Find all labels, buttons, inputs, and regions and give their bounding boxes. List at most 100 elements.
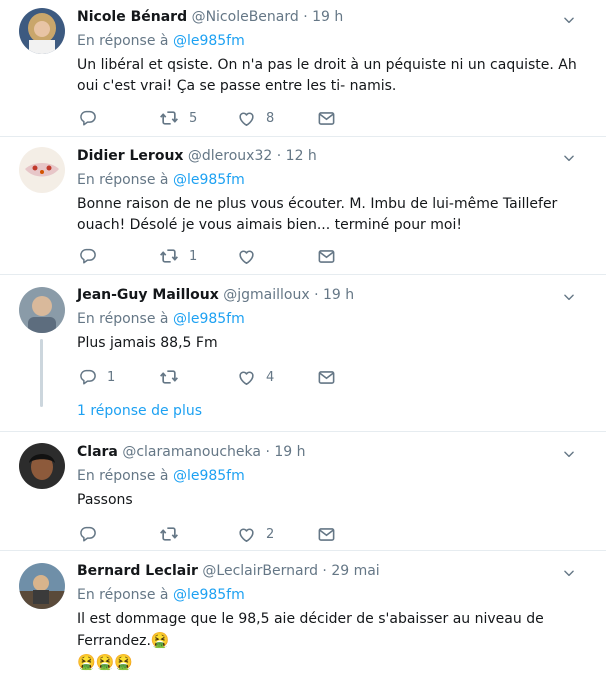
chevron-down-icon[interactable] — [562, 151, 576, 165]
direct-message-icon — [317, 247, 336, 266]
direct-message-button[interactable] — [317, 367, 336, 387]
retweet-icon — [159, 367, 179, 387]
tweet-text: Passons — [77, 492, 133, 508]
retweet-icon — [159, 524, 179, 544]
tweet[interactable]: Jean-Guy Mailloux @jgmailloux · 19 h En … — [0, 275, 606, 432]
timestamp[interactable]: 19 h — [323, 287, 354, 303]
author-handle[interactable]: @jgmailloux — [223, 287, 309, 303]
reply-icon — [79, 109, 97, 127]
tweet-header: Jean-Guy Mailloux @jgmailloux · 19 h — [77, 287, 354, 303]
like-icon — [237, 109, 256, 128]
separator: · — [276, 148, 282, 164]
tweet-header: Didier Leroux @dleroux32 · 12 h — [77, 148, 317, 164]
author-name[interactable]: Jean-Guy Mailloux — [77, 287, 219, 303]
direct-message-button[interactable] — [317, 108, 336, 128]
avatar[interactable] — [19, 287, 65, 333]
reply-context: En réponse à @le985fm — [77, 468, 245, 484]
like-button[interactable]: 8 — [237, 108, 274, 128]
direct-message-icon — [317, 109, 336, 128]
reply-prefix: En réponse à — [77, 172, 173, 188]
like-button[interactable] — [237, 246, 266, 266]
avatar[interactable] — [19, 147, 65, 193]
author-name[interactable]: Clara — [77, 444, 118, 460]
retweet-button[interactable]: 5 — [159, 108, 197, 128]
tweet-text-block: Il est dommage que le 98,5 aie décider d… — [77, 609, 587, 674]
reply-feed: Nicole Bénard @NicoleBenard · 19 h En ré… — [0, 0, 606, 671]
retweet-icon — [159, 108, 179, 128]
like-button[interactable]: 4 — [237, 367, 274, 387]
tweet-text: Bonne raison de ne plus vous écouter. M.… — [77, 196, 558, 233]
reply-button[interactable] — [79, 108, 107, 128]
tweet-header: Nicole Bénard @NicoleBenard · 19 h — [77, 9, 343, 25]
timestamp[interactable]: 19 h — [312, 9, 343, 25]
reply-mention[interactable]: @le985fm — [173, 311, 245, 327]
chevron-down-icon[interactable] — [562, 290, 576, 304]
like-count: 4 — [266, 369, 275, 385]
separator: · — [303, 9, 308, 25]
timestamp[interactable]: 29 mai — [331, 563, 379, 579]
reply-count: 1 — [107, 369, 116, 385]
reply-icon — [79, 525, 97, 543]
retweet-button[interactable] — [159, 367, 189, 387]
reply-mention[interactable]: @le985fm — [173, 587, 245, 603]
tweet-text: Un libéral et qsiste. On n'a pas le droi… — [77, 57, 577, 94]
separator: · — [322, 563, 327, 579]
reply-mention[interactable]: @le985fm — [173, 172, 245, 188]
like-icon — [237, 368, 256, 387]
separator: · — [265, 444, 270, 460]
retweet-button[interactable] — [159, 524, 189, 544]
reply-context: En réponse à @le985fm — [77, 172, 245, 188]
reply-mention[interactable]: @le985fm — [173, 468, 245, 484]
timestamp[interactable]: 12 h — [286, 148, 317, 164]
retweet-count: 1 — [189, 248, 198, 264]
direct-message-button[interactable] — [317, 246, 336, 266]
retweet-icon — [159, 246, 179, 266]
like-icon — [237, 525, 256, 544]
chevron-down-icon[interactable] — [562, 447, 576, 461]
retweet-count: 5 — [189, 110, 198, 126]
author-handle[interactable]: @dleroux32 — [188, 148, 272, 164]
reply-prefix: En réponse à — [77, 311, 173, 327]
more-replies-link[interactable]: 1 réponse de plus — [77, 403, 202, 419]
author-handle[interactable]: @claramanoucheka — [122, 444, 261, 460]
separator: · — [314, 287, 319, 303]
retweet-button[interactable]: 1 — [159, 246, 197, 266]
reply-prefix: En réponse à — [77, 33, 173, 49]
reply-context: En réponse à @le985fm — [77, 33, 245, 49]
reply-prefix: En réponse à — [77, 587, 173, 603]
like-button[interactable]: 2 — [237, 524, 274, 544]
tweet[interactable]: Didier Leroux @dleroux32 · 12 h En répon… — [0, 137, 606, 275]
reply-button[interactable] — [79, 246, 107, 266]
reply-icon — [79, 368, 97, 386]
reply-context: En réponse à @le985fm — [77, 311, 245, 327]
author-name[interactable]: Bernard Leclair — [77, 563, 198, 579]
direct-message-button[interactable] — [317, 524, 336, 544]
direct-message-icon — [317, 368, 336, 387]
reply-prefix: En réponse à — [77, 468, 173, 484]
reply-context: En réponse à @le985fm — [77, 587, 245, 603]
chevron-down-icon[interactable] — [562, 13, 576, 27]
author-handle[interactable]: @LeclairBernard — [202, 563, 318, 579]
nauseated-face-emoji: 🤮 — [150, 631, 170, 649]
author-name[interactable]: Nicole Bénard — [77, 9, 187, 25]
author-name[interactable]: Didier Leroux — [77, 148, 183, 164]
tweet[interactable]: Bernard Leclair @LeclairBernard · 29 mai… — [0, 551, 606, 671]
reply-icon — [79, 247, 97, 265]
avatar[interactable] — [19, 443, 65, 489]
emoji-line: 🤮🤮🤮 — [77, 653, 134, 671]
reply-button[interactable]: 1 — [79, 367, 115, 387]
reply-mention[interactable]: @le985fm — [173, 33, 245, 49]
chevron-down-icon[interactable] — [562, 566, 576, 580]
reply-button[interactable] — [79, 524, 107, 544]
avatar[interactable] — [19, 563, 65, 609]
like-count: 8 — [266, 110, 275, 126]
timestamp[interactable]: 19 h — [274, 444, 305, 460]
author-handle[interactable]: @NicoleBenard — [192, 9, 299, 25]
tweet[interactable]: Clara @claramanoucheka · 19 h En réponse… — [0, 432, 606, 551]
tweet-text: Il est dommage que le 98,5 aie décider d… — [77, 611, 544, 649]
tweet-text: Plus jamais 88,5 Fm — [77, 335, 218, 351]
tweet[interactable]: Nicole Bénard @NicoleBenard · 19 h En ré… — [0, 0, 606, 137]
avatar[interactable] — [19, 8, 65, 54]
direct-message-icon — [317, 525, 336, 544]
like-icon — [237, 247, 256, 266]
